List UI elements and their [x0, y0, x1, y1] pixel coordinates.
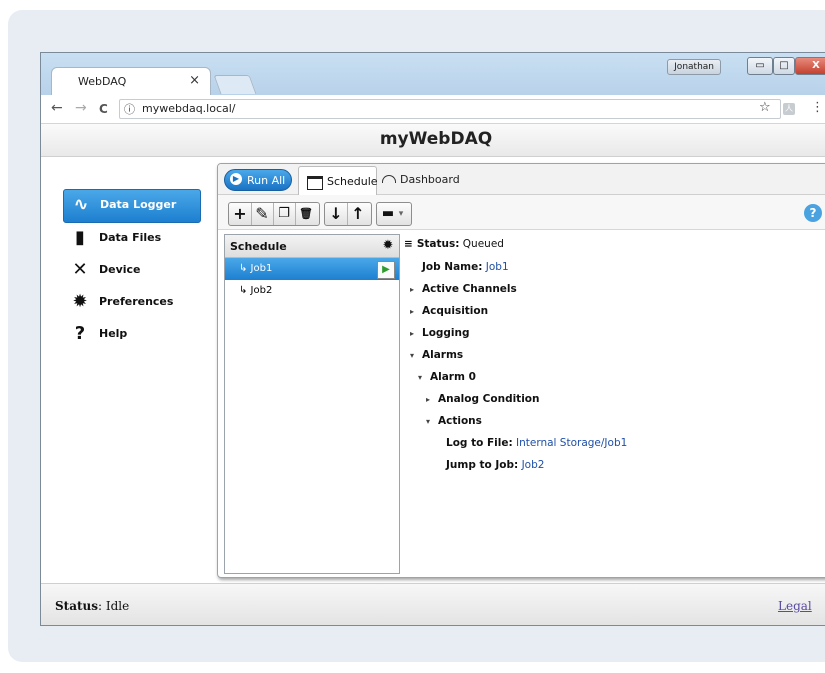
schedule-toolbar: + ✎ ❐ 🗑 ↓ ↑ ▬ ▾ ?	[218, 195, 825, 230]
files-icon: ▮	[75, 227, 85, 248]
alarm0-node[interactable]: ▾ Alarm 0	[418, 371, 476, 383]
delete-icon[interactable]: 🗑	[295, 203, 317, 225]
window-controls: ▭ □ X	[731, 57, 825, 75]
copy-icon[interactable]: ❐	[273, 203, 296, 225]
sidebar-item-device[interactable]: ✕ Device	[63, 255, 203, 287]
job-name-value[interactable]: Job1	[486, 261, 509, 273]
chevron-right-icon: ▸	[410, 307, 415, 316]
list-item[interactable]: ↳ Job2	[225, 280, 399, 302]
browser-window: WebDAQ × Jonathan ▭ □ X ← → C ⓘ mywebdaq…	[40, 52, 825, 626]
jump-to-job-value[interactable]: Job2	[522, 459, 545, 471]
job-details: ≡ Status: Queued Job Name: Job1 ▸ Active C…	[404, 234, 824, 572]
schedule-list: Schedule ✹ ↳ Job1 ▶ ↳ Job2	[224, 234, 400, 574]
tab-schedule-label: Schedule	[327, 175, 378, 188]
chevron-right-icon: ▸	[426, 395, 431, 404]
move-down-icon[interactable]: ↓	[325, 203, 348, 225]
actions-node[interactable]: ▾ Actions	[426, 415, 482, 427]
gear-icon[interactable]: ✹	[380, 238, 396, 254]
status-text: Status: Idle	[55, 599, 130, 613]
job-name-row: Job Name: Job1	[422, 261, 509, 273]
tab-title: WebDAQ	[78, 75, 127, 88]
folder-dropdown[interactable]: ▬ ▾	[376, 202, 412, 226]
chevron-down-icon: ▾	[426, 417, 431, 426]
address-bar-row: ← → C ⓘ mywebdaq.local/ ☆ 人 ⋮	[41, 95, 825, 124]
app-header: myWebDAQ	[41, 124, 825, 157]
run-all-button[interactable]: ▶ Run All	[224, 169, 292, 191]
log-to-file-value[interactable]: Internal Storage/Job1	[516, 437, 627, 449]
url-input[interactable]: ⓘ mywebdaq.local/	[119, 99, 781, 119]
sidebar-item-preferences[interactable]: ✹ Preferences	[63, 287, 203, 319]
log-to-file-row: Log to File: Internal Storage/Job1	[446, 437, 628, 449]
sidebar-item-data-files[interactable]: ▮ Data Files	[63, 223, 203, 255]
forward-icon[interactable]: →	[75, 100, 87, 116]
sidebar-item-help[interactable]: ? Help	[63, 319, 203, 351]
tab-dashboard-label: Dashboard	[400, 173, 460, 186]
tab-close-icon[interactable]: ×	[189, 73, 200, 88]
analog-condition-node[interactable]: ▸ Analog Condition	[426, 393, 540, 405]
sidebar-item-label: Help	[99, 327, 128, 340]
close-window-button[interactable]: X	[795, 57, 825, 75]
move-up-icon[interactable]: ↑	[347, 203, 369, 225]
maximize-button[interactable]: □	[773, 57, 795, 75]
schedule-list-header: Schedule ✹	[225, 235, 399, 258]
title-bar: WebDAQ × Jonathan ▭ □ X	[41, 53, 825, 96]
user-profile-button[interactable]: Jonathan	[667, 59, 721, 75]
sidebar-item-label: Preferences	[99, 295, 174, 308]
jump-to-job-row: Jump to Job: Job2	[446, 459, 545, 471]
job-name: ↳ Job1	[239, 263, 273, 274]
new-tab-button[interactable]	[213, 75, 257, 94]
edit-icon[interactable]: ✎	[251, 203, 274, 225]
gear-icon: ✹	[72, 291, 88, 312]
reload-icon[interactable]: C	[99, 102, 108, 116]
tab-schedule[interactable]: Schedule	[298, 166, 378, 196]
acquisition-node[interactable]: ▸ Acquisition	[410, 305, 488, 317]
tab-dashboard[interactable]: Dashboard	[382, 173, 460, 186]
chevron-down-icon: ▾	[418, 373, 423, 382]
gauge-icon	[382, 175, 396, 183]
schedule-header-label: Schedule	[230, 240, 287, 253]
logging-node[interactable]: ▸ Logging	[410, 327, 470, 339]
tools-icon: ✕	[72, 259, 88, 280]
chevron-down-icon: ▾	[398, 209, 404, 219]
add-icon[interactable]: +	[229, 203, 252, 225]
list-item[interactable]: ↳ Job1 ▶	[225, 258, 399, 280]
legal-link[interactable]: Legal	[778, 599, 812, 613]
back-icon[interactable]: ←	[51, 100, 63, 116]
data-logger-panel: ▶ Run All Schedule Dashboard + ✎ ❐ 🗑 ↓ ↑	[217, 163, 825, 578]
chevron-down-icon: ▾	[410, 351, 415, 360]
site-info-icon[interactable]: ⓘ	[124, 101, 135, 117]
play-icon[interactable]: ▶	[377, 261, 395, 279]
minimize-button[interactable]: ▭	[747, 57, 773, 75]
move-button-group: ↓ ↑	[324, 202, 372, 226]
calendar-icon	[307, 176, 323, 190]
browser-menu-icon[interactable]: ⋮	[811, 100, 824, 115]
sidebar-item-data-logger[interactable]: ∿ Data Logger	[63, 189, 201, 223]
panel-tab-bar: ▶ Run All Schedule Dashboard	[218, 164, 825, 196]
list-icon: ≡	[404, 238, 413, 250]
status-row: ≡ Status: Queued	[404, 238, 504, 250]
status-bar: Status: Idle Legal	[41, 583, 825, 625]
sidebar-item-label: Data Logger	[100, 198, 177, 211]
bookmark-star-icon[interactable]: ☆	[759, 100, 771, 115]
edit-button-group: + ✎ ❐ 🗑	[228, 202, 320, 226]
extension-icon[interactable]: 人	[783, 103, 795, 115]
help-icon[interactable]: ?	[804, 204, 822, 222]
status-value: Queued	[462, 238, 504, 250]
browser-tab[interactable]: WebDAQ ×	[51, 67, 211, 96]
sidebar-item-label: Data Files	[99, 231, 162, 244]
play-icon: ▶	[230, 173, 242, 185]
active-channels-node[interactable]: ▸ Active Channels	[410, 283, 517, 295]
url-text: mywebdaq.local/	[142, 102, 236, 115]
sidebar: ∿ Data Logger ▮ Data Files ✕ Device ✹ Pr…	[63, 189, 203, 351]
job-name: ↳ Job2	[239, 285, 273, 296]
question-icon: ?	[74, 323, 86, 344]
app-title: myWebDAQ	[379, 129, 493, 149]
alarms-node[interactable]: ▾ Alarms	[410, 349, 463, 361]
chevron-right-icon: ▸	[410, 329, 415, 338]
run-all-label: Run All	[247, 174, 286, 187]
sidebar-item-label: Device	[99, 263, 141, 276]
pulse-icon: ∿	[73, 194, 89, 215]
chevron-right-icon: ▸	[410, 285, 415, 294]
